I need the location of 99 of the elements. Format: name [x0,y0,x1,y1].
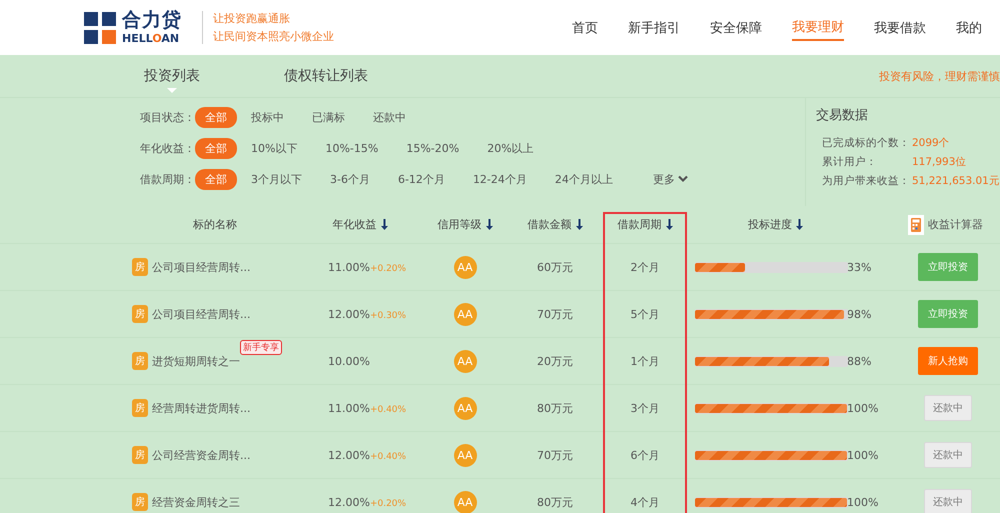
progress-percent: 88% [847,354,872,368]
house-type-icon: 房 [132,399,148,417]
loan-name[interactable]: 进货短期周转之一 [152,354,240,368]
loan-period: 5个月 [630,306,660,322]
loan-period: 1个月 [630,354,660,368]
tagline: 让投资跑赢通胀 [213,11,291,26]
progress-percent: 33% [847,260,872,274]
filter-label: 借款周期： [140,172,195,186]
filter-option[interactable]: 全部 [195,106,237,128]
logo-latin: HELLOAN [122,33,180,44]
sort-arrow-icon[interactable] [486,219,492,230]
loan-amount: 20万元 [536,354,574,368]
filter-option[interactable]: 10%-15% [317,140,386,156]
filter-option[interactable]: 还款中 [365,108,414,126]
logo-icon [84,12,116,44]
column-header[interactable]: 标的名称 [193,217,237,232]
sort-arrow-icon[interactable] [666,219,672,230]
column-header[interactable]: 借款金额 [528,217,572,232]
filter-option[interactable]: 全部 [195,168,237,190]
column-header[interactable]: 年化收益 [332,217,376,232]
sort-arrow-icon[interactable] [576,219,582,230]
loan-amount: 70万元 [536,448,574,462]
nav-item[interactable]: 新手指引 [628,16,680,40]
stat-value: 117,993位 [912,155,966,170]
tagline: 让民间资本照亮小微企业 [213,29,334,44]
annual-rate: 10.00% [327,354,371,368]
filter-option[interactable]: 3-6个月 [322,170,378,188]
loan-name[interactable]: 经营资金周转之三 [152,494,240,510]
nav-item[interactable]: 我要借款 [874,16,926,40]
stat-label: 已完成标的个数： [822,136,911,151]
filter-option[interactable]: 全部 [195,138,237,158]
house-type-icon: 房 [132,352,148,370]
column-header[interactable]: 借款周期 [618,217,662,232]
sort-arrow-icon[interactable] [380,219,388,230]
more-button[interactable]: 更多 [646,170,694,188]
loan-period: 3个月 [630,400,660,416]
status-button[interactable]: 还款中 [924,489,972,513]
filter-label: 年化收益： [140,140,195,156]
nav-item[interactable]: 首页 [572,16,598,40]
annual-rate: 12.00%+0.40% [327,448,408,462]
stats-title: 交易数据 [816,107,869,124]
house-type-icon: 房 [132,493,148,511]
invest-button[interactable]: 新人抢购 [918,347,978,375]
loan-amount: 80万元 [536,400,574,416]
annual-rate: 11.00%+0.40% [327,402,408,414]
loan-amount: 70万元 [536,306,574,322]
stat-label: 累计用户： [822,155,878,170]
credit-grade-badge: AA [454,302,476,326]
column-header[interactable]: 投标进度 [748,217,792,232]
annual-rate: 11.00%+0.20% [327,260,408,274]
progress-percent: 100% [847,402,880,414]
nav-item[interactable]: 我的 [956,16,982,40]
filter-option[interactable]: 24个月以上 [546,170,621,188]
filter-option[interactable]: 3个月以下 [243,170,310,188]
status-button[interactable]: 还款中 [924,395,972,421]
annual-rate: 12.00%+0.20% [327,496,408,508]
chevron-down-icon [678,175,688,183]
credit-grade-badge: AA [454,490,476,513]
newbie-badge: 新手专享 [240,340,282,355]
column-header[interactable]: 信用等级 [438,217,482,232]
stat-value: 2099个 [912,136,950,151]
status-button[interactable]: 还款中 [924,442,972,468]
filter-label: 项目状态： [140,110,195,124]
stat-label: 为用户带来收益： [822,174,911,189]
nav-item[interactable]: 安全保障 [710,16,762,40]
loan-amount: 60万元 [536,260,574,274]
house-type-icon: 房 [132,446,148,464]
loan-name[interactable]: 公司项目经营周转... [152,306,250,322]
credit-grade-badge: AA [454,256,476,278]
loan-name[interactable]: 公司经营资金周转... [152,448,250,462]
filter-option[interactable]: 10%以下 [243,138,306,158]
loan-name[interactable]: 经营周转进货周转... [152,400,250,416]
tab[interactable]: 债权转让列表 [284,63,368,89]
credit-grade-badge: AA [454,444,476,466]
loan-period: 4个月 [630,494,660,510]
annual-rate: 12.00%+0.30% [327,308,408,320]
filter-option[interactable]: 已满标 [304,108,353,126]
logo-name: 合力贷 [122,11,182,30]
loan-period: 6个月 [630,448,660,462]
stat-value: 51,221,653.01元 [912,174,1000,189]
credit-grade-badge: AA [454,350,476,372]
filter-option[interactable]: 12-24个月 [464,170,535,188]
loan-amount: 80万元 [536,494,574,510]
filter-option[interactable]: 15%-20% [398,140,468,156]
progress-percent: 98% [847,308,872,320]
risk-note: 投资有风险，理财需谨慎 [879,69,1000,84]
sort-arrow-icon[interactable] [796,219,803,230]
nav-item[interactable]: 我要理财 [792,14,844,40]
calculator-link[interactable]: 收益计算器 [928,217,983,232]
loan-period: 2个月 [630,260,660,274]
filter-option[interactable]: 20%以上 [479,138,542,158]
house-type-icon: 房 [132,258,148,276]
filter-option[interactable]: 投标中 [243,108,292,126]
filter-option[interactable]: 6-12个月 [390,170,453,188]
progress-percent: 100% [847,496,880,508]
loan-name[interactable]: 公司项目经营周转... [152,260,250,274]
credit-grade-badge: AA [454,396,476,420]
progress-percent: 100% [847,448,880,462]
house-type-icon: 房 [132,305,148,323]
